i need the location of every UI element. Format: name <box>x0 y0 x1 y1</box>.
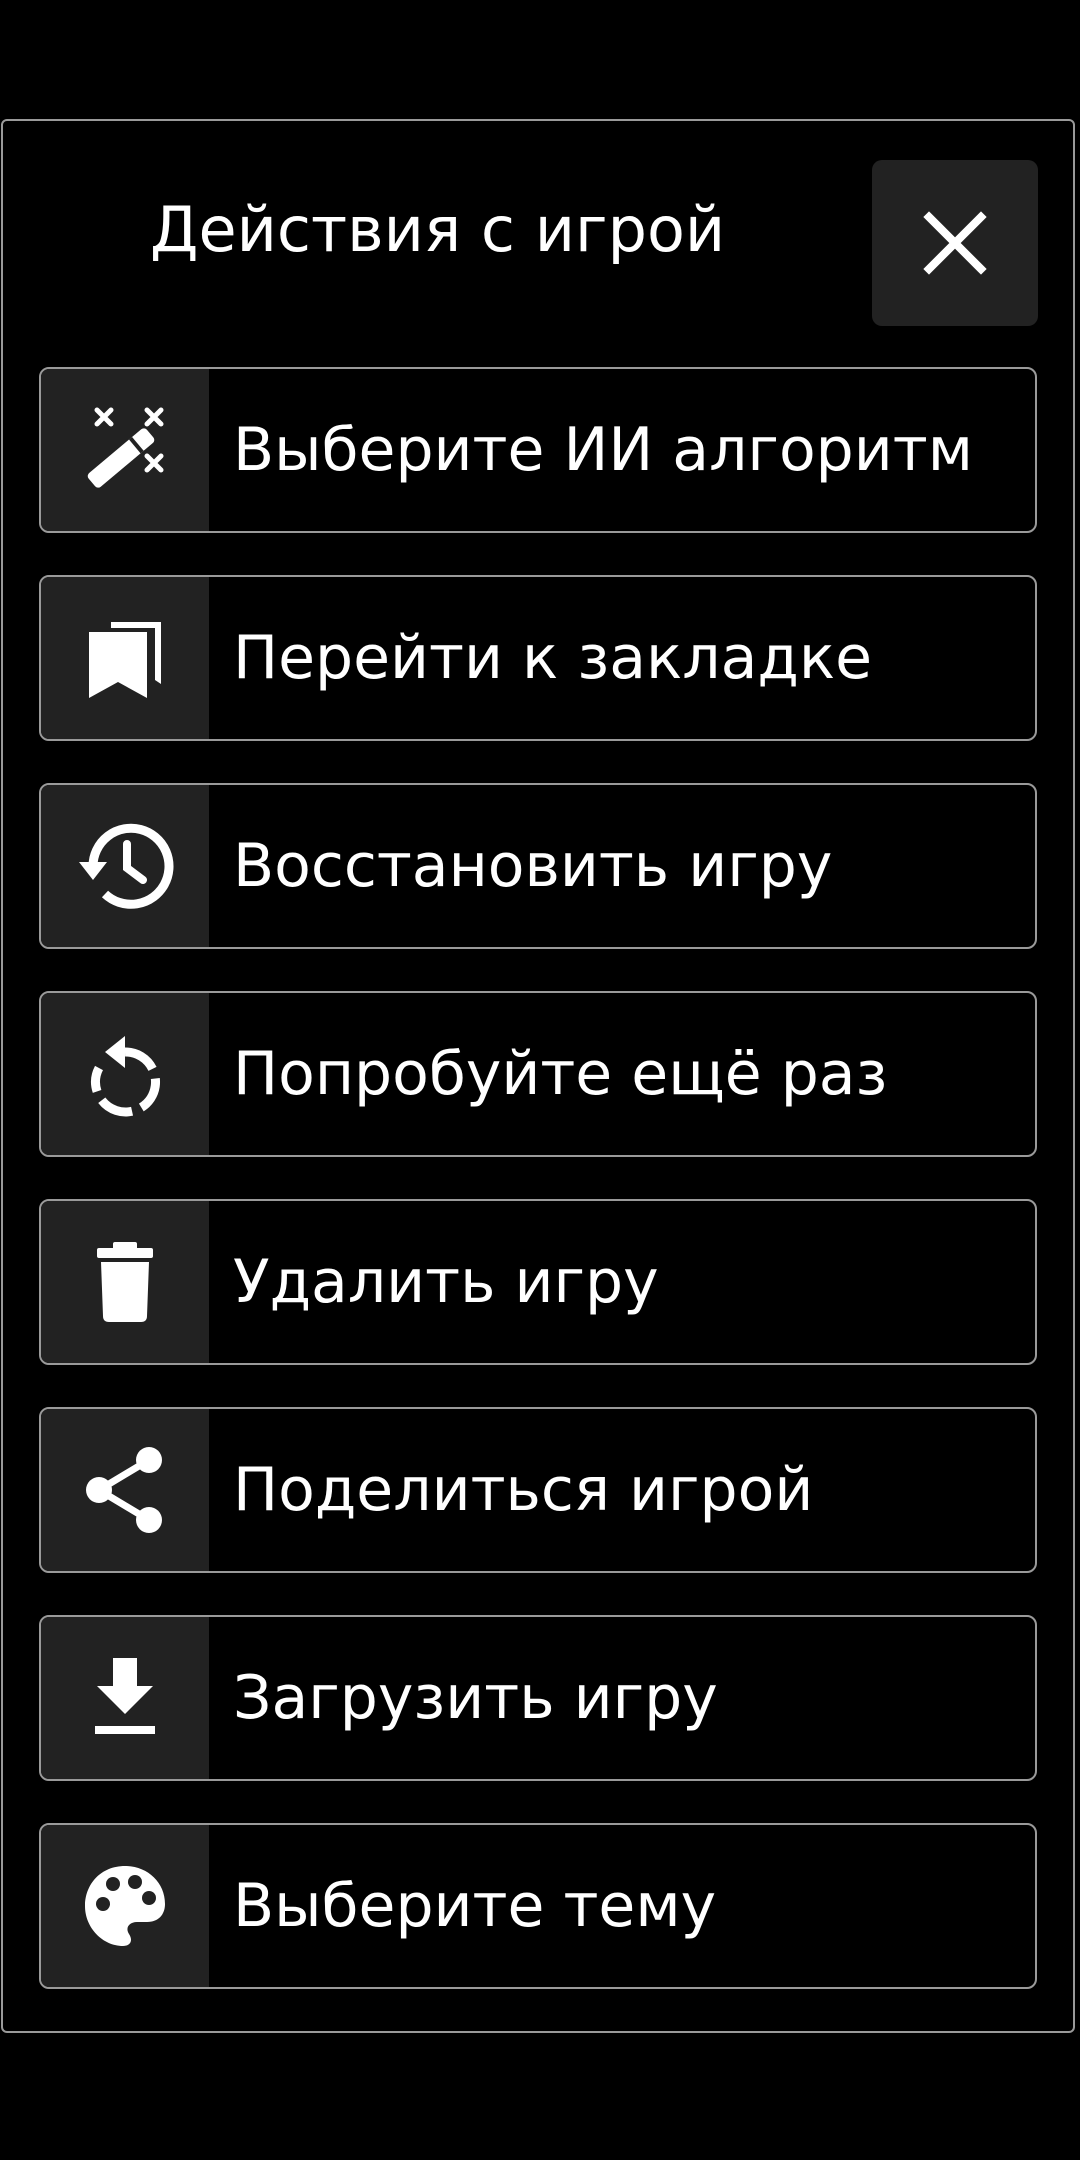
menu-item-label: Восстановить игру <box>233 831 833 901</box>
menu-item-label: Перейти к закладке <box>233 623 873 693</box>
magic-wand-icon <box>87 407 164 488</box>
menu-item-label: Поделиться игрой <box>233 1455 814 1525</box>
download-icon <box>95 1658 155 1734</box>
close-icon <box>923 211 987 275</box>
icon-panel <box>41 1617 209 1779</box>
share-icon <box>86 1447 162 1533</box>
palette-icon <box>85 1866 165 1946</box>
menu-item-label: Попробуйте ещё раз <box>233 1039 888 1109</box>
menu-item-try-again[interactable]: Попробуйте ещё раз <box>39 991 1037 1157</box>
menu-item-choose-ai[interactable]: Выберите ИИ алгоритм <box>39 367 1037 533</box>
menu-item-share-game[interactable]: Поделиться игрой <box>39 1407 1037 1573</box>
icon-panel <box>41 1409 209 1571</box>
menu-item-go-to-bookmark[interactable]: Перейти к закладке <box>39 575 1037 741</box>
icon-panel <box>41 1201 209 1363</box>
menu-item-label: Выберите ИИ алгоритм <box>233 415 973 485</box>
icon-panel <box>41 369 209 531</box>
menu-item-choose-theme[interactable]: Выберите тему <box>39 1823 1037 1989</box>
icon-panel <box>41 1825 209 1987</box>
history-icon <box>79 823 174 909</box>
menu-item-restore-game[interactable]: Восстановить игру <box>39 783 1037 949</box>
bookmarks-icon <box>89 622 161 698</box>
close-button[interactable] <box>872 160 1038 326</box>
menu-item-download-game[interactable]: Загрузить игру <box>39 1615 1037 1781</box>
icon-panel <box>41 785 209 947</box>
menu-item-label: Удалить игру <box>233 1247 659 1317</box>
dialog-title: Действия с игрой <box>150 193 726 266</box>
trash-icon <box>97 1242 153 1322</box>
menu-item-delete-game[interactable]: Удалить игру <box>39 1199 1037 1365</box>
icon-panel <box>41 577 209 739</box>
menu-item-label: Загрузить игру <box>233 1663 718 1733</box>
retry-icon <box>91 1036 160 1117</box>
icon-panel <box>41 993 209 1155</box>
menu-item-label: Выберите тему <box>233 1871 717 1941</box>
